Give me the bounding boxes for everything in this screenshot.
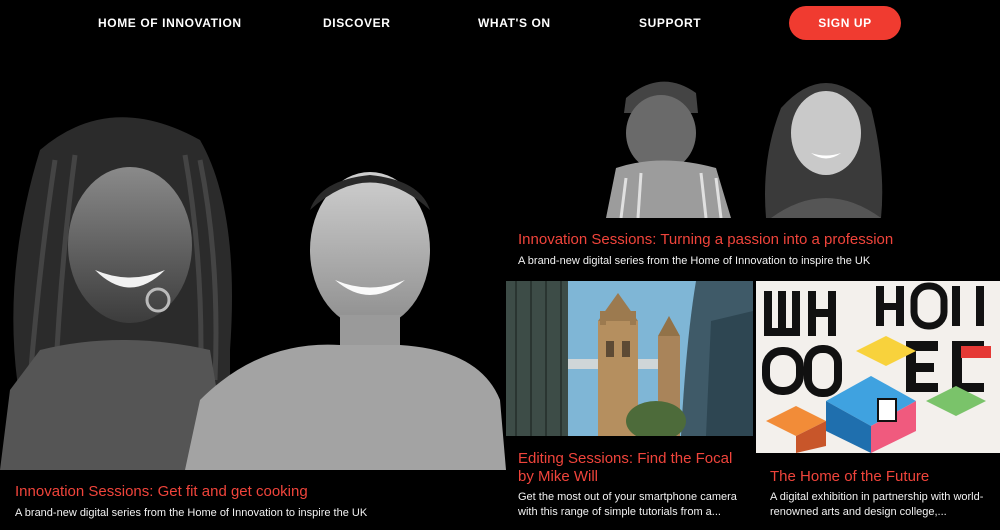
nav-support[interactable]: SUPPORT bbox=[639, 16, 701, 30]
nav-whats-on[interactable]: WHAT'S ON bbox=[478, 16, 551, 30]
card-description: A digital exhibition in partnership with… bbox=[770, 491, 984, 518]
card-description: A brand-new digital series from the Home… bbox=[15, 507, 368, 519]
card-editing-sessions[interactable]: Editing Sessions: Find the Focal by Mike… bbox=[506, 281, 753, 530]
card-title[interactable]: Editing Sessions: Find the Focal by Mike… bbox=[518, 450, 748, 486]
card-title[interactable]: The Home of the Future bbox=[770, 468, 1000, 486]
card-home-of-the-future[interactable]: The Home of the Future A digital exhibit… bbox=[756, 281, 1000, 530]
card-image-exhibition-artwork bbox=[756, 281, 1000, 453]
card-image-hosts bbox=[606, 81, 883, 218]
card-fit-and-cooking[interactable]: Innovation Sessions: Get fit and get coo… bbox=[0, 60, 506, 530]
card-description: A brand-new digital series from the Home… bbox=[518, 255, 871, 267]
sign-up-button[interactable]: SIGN UP bbox=[789, 6, 901, 40]
card-passion-into-profession[interactable]: Innovation Sessions: Turning a passion i… bbox=[506, 60, 1000, 275]
card-description: Get the most out of your smartphone came… bbox=[518, 491, 737, 518]
card-title[interactable]: Innovation Sessions: Turning a passion i… bbox=[518, 231, 998, 249]
card-image-presenters bbox=[0, 117, 506, 470]
nav-discover[interactable]: DISCOVER bbox=[323, 16, 390, 30]
nav-home-of-innovation[interactable]: HOME OF INNOVATION bbox=[98, 16, 242, 30]
card-title[interactable]: Innovation Sessions: Get fit and get coo… bbox=[15, 483, 495, 501]
top-navigation: HOME OF INNOVATION DISCOVER WHAT'S ON SU… bbox=[0, 0, 1000, 46]
card-image-tower-bridge bbox=[506, 281, 753, 436]
